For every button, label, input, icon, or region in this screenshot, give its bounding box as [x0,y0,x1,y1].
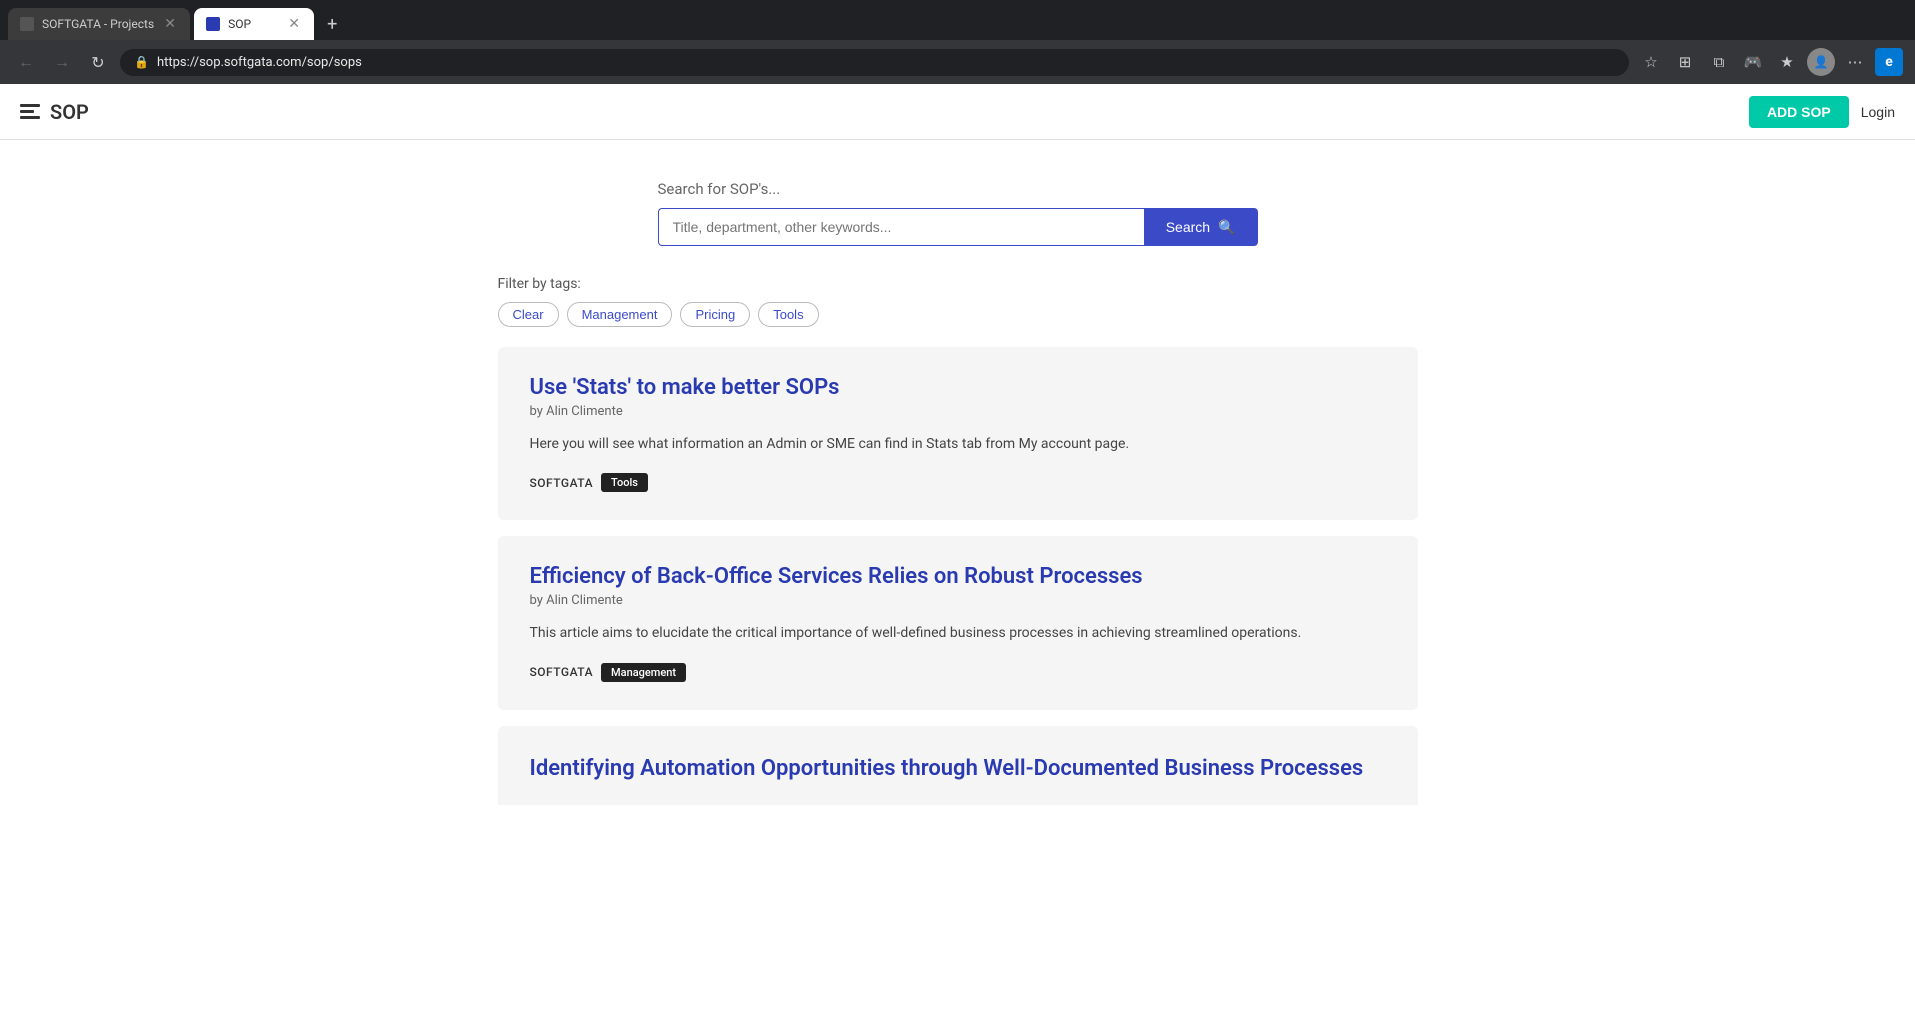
app-header: SOP ADD SOP Login [0,84,1915,140]
sop-tags: SOFTGATA Tools [530,473,1386,492]
url-text: https://sop.softgata.com/sop/sops [157,55,362,70]
sop-author: by Alin Climente [530,404,1386,419]
filter-section: Filter by tags: Clear Management Pricing… [498,276,1418,347]
sop-card[interactable]: Efficiency of Back-Office Services Relie… [498,536,1418,709]
filter-tags: Clear Management Pricing Tools [498,302,1418,327]
tab-favicon-active [206,17,220,31]
sop-tags: SOFTGATA Management [530,663,1386,682]
sop-author: by Alin Climente [530,593,1386,608]
edge-icon: e [1875,48,1903,76]
sop-description: This article aims to elucidate the criti… [530,622,1386,644]
app-logo: SOP [20,100,89,124]
sop-description: Here you will see what information an Ad… [530,433,1386,455]
sop-title: Use 'Stats' to make better SOPs [530,375,1386,400]
more-button[interactable]: ⋯ [1841,48,1869,76]
games-button[interactable]: 🎮 [1739,48,1767,76]
search-button-label: Search [1166,219,1210,235]
sop-list: Use 'Stats' to make better SOPs by Alin … [498,347,1418,805]
sop-org: SOFTGATA [530,665,594,679]
login-button[interactable]: Login [1861,104,1895,120]
tab-close-inactive[interactable]: ✕ [162,16,178,32]
tab-close-active[interactable]: ✕ [286,16,302,32]
reload-button[interactable]: ↻ [84,48,112,76]
sop-card-partial[interactable]: Identifying Automation Opportunities thr… [498,726,1418,805]
browser-titlebar: SOFTGATA - Projects ✕ SOP ✕ + [0,0,1915,40]
search-label: Search for SOP's... [658,180,1258,198]
add-sop-button[interactable]: ADD SOP [1749,96,1849,128]
browser-tab-inactive[interactable]: SOFTGATA - Projects ✕ [8,8,190,40]
filter-tag-tools[interactable]: Tools [758,302,818,327]
header-actions: ADD SOP Login [1749,96,1895,128]
sop-org: SOFTGATA [530,476,594,490]
filter-label: Filter by tags: [498,276,1418,292]
browser-tab-active[interactable]: SOP ✕ [194,8,314,40]
menu-icon [20,104,40,119]
tab-title-active: SOP [228,17,278,31]
filter-tag-clear[interactable]: Clear [498,302,559,327]
sop-card[interactable]: Use 'Stats' to make better SOPs by Alin … [498,347,1418,520]
back-button[interactable]: ← [12,48,40,76]
profile-button[interactable]: 👤 [1807,48,1835,76]
browser-chrome: SOFTGATA - Projects ✕ SOP ✕ + ← → ↻ 🔒 ht… [0,0,1915,84]
sop-tag-badge: Tools [601,473,648,492]
address-bar[interactable]: 🔒 https://sop.softgata.com/sop/sops [120,49,1629,76]
app-container: SOP ADD SOP Login Search for SOP's... Se… [0,84,1915,1022]
browser-toolbar: ← → ↻ 🔒 https://sop.softgata.com/sop/sop… [0,40,1915,84]
sop-tag-badge: Management [601,663,686,682]
app-title: SOP [50,100,89,124]
forward-button[interactable]: → [48,48,76,76]
tab-title-inactive: SOFTGATA - Projects [42,17,154,31]
search-button[interactable]: Search 🔍 [1144,208,1258,246]
new-tab-button[interactable]: + [318,10,346,38]
lock-icon: 🔒 [134,55,149,69]
filter-tag-pricing[interactable]: Pricing [680,302,750,327]
main-content: Search for SOP's... Search 🔍 Filter by t… [478,140,1438,825]
search-input[interactable] [658,208,1144,246]
extensions-button[interactable]: ⊞ [1671,48,1699,76]
search-row: Search 🔍 [658,208,1258,246]
filter-tag-management[interactable]: Management [567,302,673,327]
split-button[interactable]: ⧉ [1705,48,1733,76]
browser-actions: ☆ ⊞ ⧉ 🎮 ★ 👤 ⋯ e [1637,48,1903,76]
search-icon: 🔍 [1218,219,1235,236]
sop-title: Efficiency of Back-Office Services Relie… [530,564,1386,589]
collections-button[interactable]: ★ [1773,48,1801,76]
bookmark-button[interactable]: ☆ [1637,48,1665,76]
sop-title-partial: Identifying Automation Opportunities thr… [530,754,1386,785]
search-section: Search for SOP's... Search 🔍 [498,180,1418,246]
tab-favicon [20,17,34,31]
